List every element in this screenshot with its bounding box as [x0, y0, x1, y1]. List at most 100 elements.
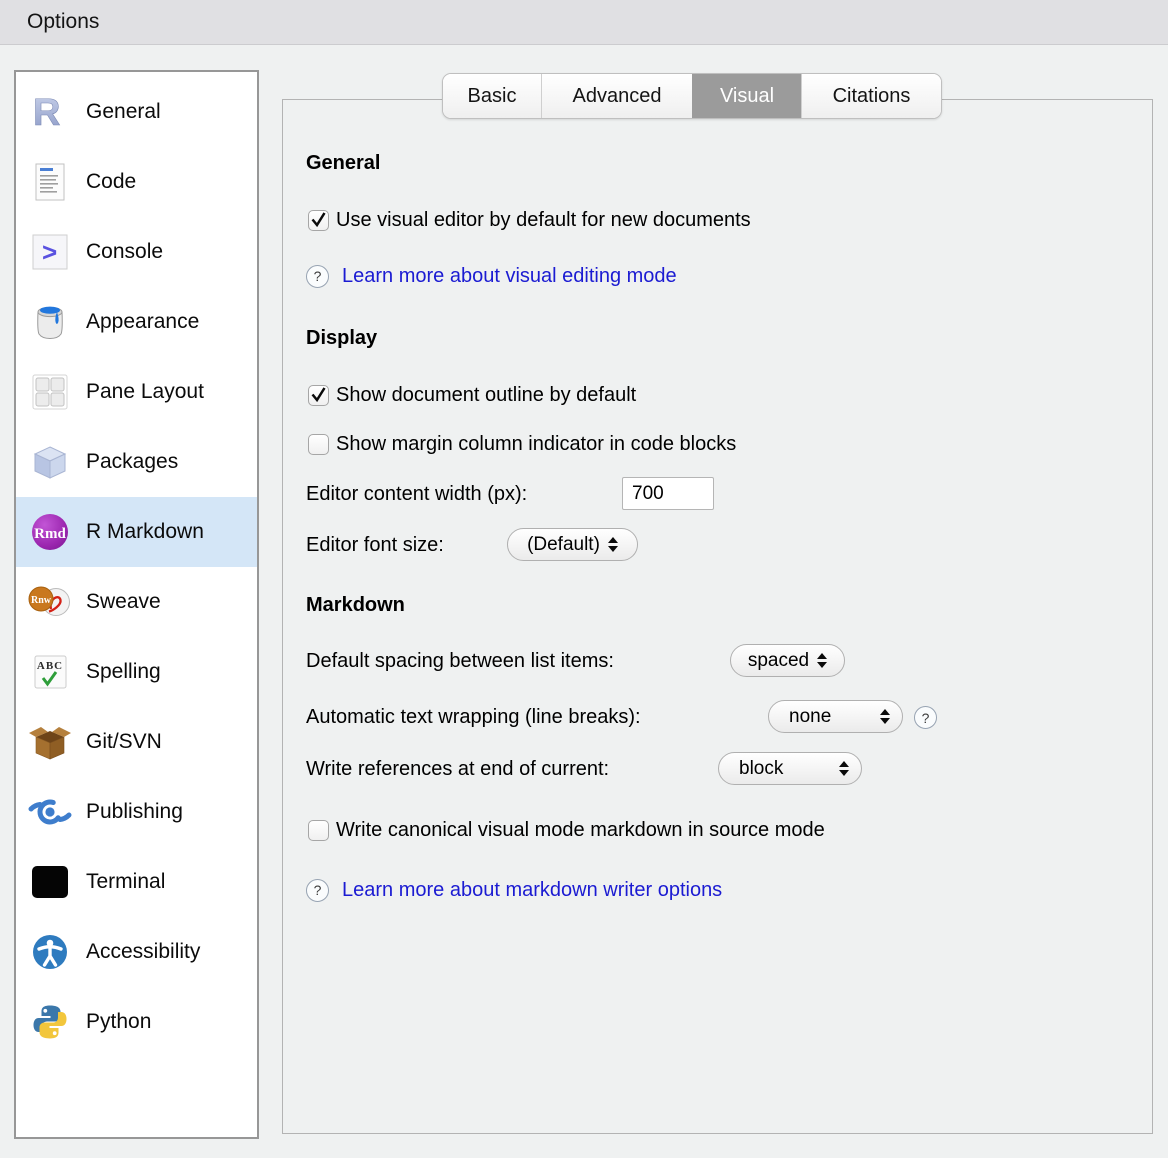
sidebar-item-label: General: [86, 100, 161, 124]
margin-column-checkbox[interactable]: [308, 434, 329, 455]
rmd-badge-icon: Rmd: [28, 510, 72, 554]
list-spacing-value: spaced: [748, 650, 809, 672]
sidebar-item-label: Publishing: [86, 800, 183, 824]
text-wrapping-value: none: [789, 706, 831, 728]
sidebar-item-packages[interactable]: Packages: [16, 427, 257, 497]
references-label: Write references at end of current:: [306, 758, 609, 781]
svg-text:Rmd: Rmd: [34, 526, 66, 542]
sidebar-item-general[interactable]: R General: [16, 77, 257, 147]
sidebar-item-spelling[interactable]: ABC Spelling: [16, 637, 257, 707]
tab-citations[interactable]: Citations: [801, 74, 941, 118]
svg-text:ABC: ABC: [37, 660, 63, 672]
visual-editor-checkbox-row: Use visual editor by default for new doc…: [308, 206, 751, 234]
canonical-markdown-checkbox-label: Write canonical visual mode markdown in …: [336, 819, 825, 842]
editor-font-size-value: (Default): [527, 534, 600, 556]
sidebar-item-terminal[interactable]: Terminal: [16, 847, 257, 917]
checkmark-icon: [309, 211, 328, 228]
sidebar-item-accessibility[interactable]: Accessibility: [16, 917, 257, 987]
abc-check-icon: ABC: [28, 650, 72, 694]
editor-font-size-select[interactable]: (Default): [507, 528, 638, 561]
section-heading-markdown: Markdown: [306, 594, 405, 617]
tab-bar: Basic Advanced Visual Citations: [442, 73, 942, 119]
list-spacing-row: Default spacing between list items: spac…: [306, 644, 1006, 678]
visual-editing-help-row: ? Learn more about visual editing mode: [306, 263, 677, 289]
tab-label: Citations: [833, 85, 911, 108]
editor-content-width-input[interactable]: [622, 477, 714, 510]
tab-basic[interactable]: Basic: [443, 74, 541, 118]
svg-text:R: R: [33, 93, 60, 131]
editor-content-width-label: Editor content width (px):: [306, 483, 527, 506]
pane-grid-icon: [28, 370, 72, 414]
tab-label: Advanced: [573, 85, 662, 108]
references-row: Write references at end of current: bloc…: [306, 752, 1006, 787]
select-arrows-icon: [608, 537, 618, 552]
sidebar-item-label: R Markdown: [86, 520, 204, 544]
list-spacing-select[interactable]: spaced: [730, 644, 845, 677]
window-titlebar: Options: [0, 0, 1168, 45]
editor-font-size-label: Editor font size:: [306, 534, 444, 557]
sidebar-item-label: Sweave: [86, 590, 161, 614]
visual-editor-checkbox-label: Use visual editor by default for new doc…: [336, 209, 751, 232]
margin-column-checkbox-row: Show margin column indicator in code blo…: [308, 430, 736, 458]
python-icon: [28, 1000, 72, 1044]
sidebar-item-appearance[interactable]: Appearance: [16, 287, 257, 357]
text-wrapping-label: Automatic text wrapping (line breaks):: [306, 706, 641, 729]
learn-markdown-writer-link[interactable]: Learn more about markdown writer options: [342, 879, 722, 902]
sidebar-item-pane-layout[interactable]: Pane Layout: [16, 357, 257, 427]
editor-font-size-row: Editor font size: (Default): [306, 528, 906, 562]
sidebar-item-label: Packages: [86, 450, 178, 474]
references-select[interactable]: block: [718, 752, 862, 785]
document-outline-checkbox-label: Show document outline by default: [336, 384, 636, 407]
sidebar-item-label: Code: [86, 170, 136, 194]
tab-label: Visual: [720, 85, 774, 108]
section-heading-general: General: [306, 152, 380, 175]
sidebar-item-console[interactable]: > Console: [16, 217, 257, 287]
canonical-markdown-checkbox[interactable]: [308, 820, 329, 841]
tab-advanced[interactable]: Advanced: [541, 74, 692, 118]
sidebar-item-sweave[interactable]: Rnw Sweave: [16, 567, 257, 637]
margin-column-checkbox-label: Show margin column indicator in code blo…: [336, 433, 736, 456]
sidebar-item-label: Spelling: [86, 660, 161, 684]
help-icon[interactable]: ?: [306, 265, 329, 288]
sidebar-item-label: Git/SVN: [86, 730, 162, 754]
visual-editor-checkbox[interactable]: [308, 210, 329, 231]
select-arrows-icon: [839, 761, 849, 776]
select-arrows-icon: [817, 653, 827, 668]
help-icon[interactable]: ?: [306, 879, 329, 902]
markdown-writer-help-row: ? Learn more about markdown writer optio…: [306, 877, 722, 903]
editor-content-width-row: Editor content width (px):: [306, 477, 906, 511]
sidebar-item-label: Terminal: [86, 870, 165, 894]
sidebar-item-python[interactable]: Python: [16, 987, 257, 1057]
learn-visual-editing-link[interactable]: Learn more about visual editing mode: [342, 265, 677, 288]
sidebar-item-git-svn[interactable]: Git/SVN: [16, 707, 257, 777]
sidebar-item-publishing[interactable]: Publishing: [16, 777, 257, 847]
section-heading-display: Display: [306, 327, 377, 350]
references-value: block: [739, 758, 783, 780]
sidebar-item-label: Appearance: [86, 310, 199, 334]
options-category-sidebar: R General Code > Console Appearance Pane…: [14, 70, 259, 1139]
sweave-rnw-pdf-icon: Rnw: [28, 580, 72, 624]
sidebar-item-label: Python: [86, 1010, 151, 1034]
canonical-markdown-checkbox-row: Write canonical visual mode markdown in …: [308, 816, 825, 844]
checkmark-icon: [309, 386, 328, 403]
sidebar-item-label: Pane Layout: [86, 380, 204, 404]
r-logo-icon: R: [28, 90, 72, 134]
document-outline-checkbox[interactable]: [308, 385, 329, 406]
open-box-icon: [28, 720, 72, 764]
sidebar-item-label: Accessibility: [86, 940, 200, 964]
sidebar-item-code[interactable]: Code: [16, 147, 257, 217]
paint-can-icon: [28, 300, 72, 344]
package-cube-icon: [28, 440, 72, 484]
console-icon: >: [28, 230, 72, 274]
select-arrows-icon: [880, 709, 890, 724]
tab-visual[interactable]: Visual: [692, 74, 801, 118]
svg-text:Rnw: Rnw: [31, 595, 52, 606]
sidebar-item-r-markdown[interactable]: Rmd R Markdown: [16, 497, 257, 567]
text-wrapping-help-icon[interactable]: ?: [914, 706, 937, 729]
code-document-icon: [28, 160, 72, 204]
sidebar-item-label: Console: [86, 240, 163, 264]
accessibility-icon: [28, 930, 72, 974]
list-spacing-label: Default spacing between list items:: [306, 650, 614, 673]
text-wrapping-select[interactable]: none: [768, 700, 903, 733]
window-title: Options: [27, 10, 99, 34]
